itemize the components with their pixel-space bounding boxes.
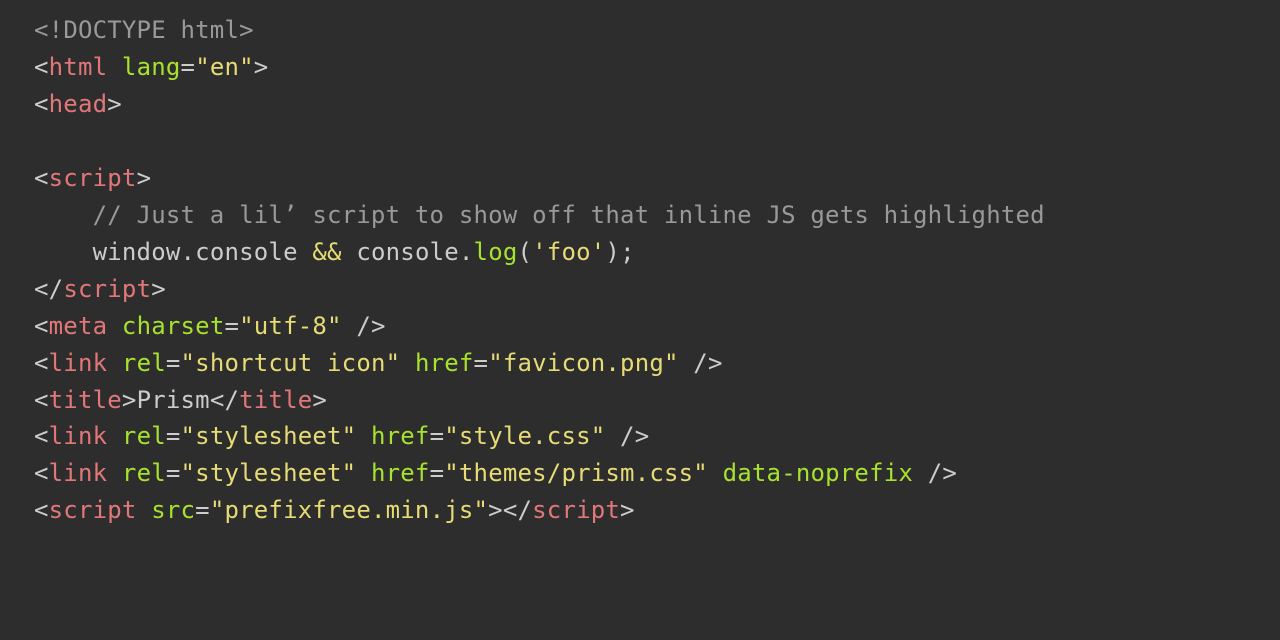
line-html-open: <html lang="en">: [34, 53, 268, 81]
line-meta: <meta charset="utf-8" />: [34, 312, 386, 340]
code-block: <!DOCTYPE html> <html lang="en"> <head> …: [0, 0, 1280, 529]
line-link-style: <link rel="stylesheet" href="style.css" …: [34, 422, 649, 450]
line-script-open: <script>: [34, 164, 151, 192]
line-js-comment: // Just a lil’ script to show off that i…: [34, 201, 1045, 229]
line-title: <title>Prism</title>: [34, 386, 327, 414]
line-js-code: window.console && console.log('foo');: [34, 238, 635, 266]
line-script-close: </script>: [34, 275, 166, 303]
line-link-favicon: <link rel="shortcut icon" href="favicon.…: [34, 349, 723, 377]
line-doctype: <!DOCTYPE html>: [34, 16, 254, 44]
line-link-prism: <link rel="stylesheet" href="themes/pris…: [34, 459, 957, 487]
line-script-prefixfree: <script src="prefixfree.min.js"></script…: [34, 496, 635, 524]
line-head-open: <head>: [34, 90, 122, 118]
